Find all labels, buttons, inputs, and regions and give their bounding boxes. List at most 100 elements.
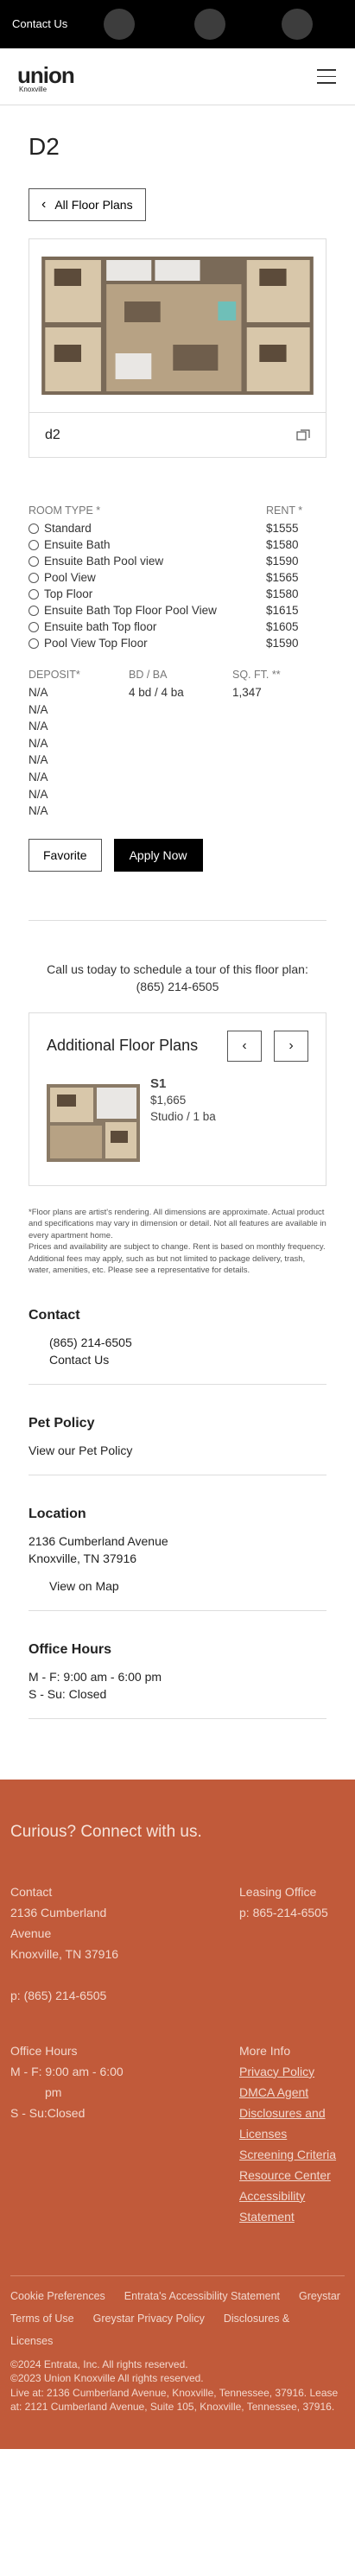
- contact-phone[interactable]: (865) 214-6505: [29, 1334, 326, 1351]
- floor-plan-item[interactable]: S1 $1,665 Studio / 1 ba: [47, 1075, 308, 1166]
- chevron-left-icon[interactable]: ‹: [227, 1030, 262, 1062]
- site-footer: Curious? Connect with us. Contact 2136 C…: [0, 1779, 355, 2449]
- footer-grid-2: Office Hours M - F: 9:00 am - 6:00 pm S …: [10, 2040, 345, 2227]
- rent-value: $1605: [266, 620, 299, 633]
- room-type-option[interactable]: Ensuite Bath: [29, 536, 217, 553]
- footer-bottom-link[interactable]: Cookie Preferences: [10, 2290, 105, 2302]
- pet-policy-link[interactable]: View our Pet Policy: [29, 1442, 326, 1459]
- social-icon-2[interactable]: [194, 9, 225, 40]
- room-type-label: Pool View Top Floor: [44, 637, 148, 650]
- top-bar: Contact Us: [0, 0, 355, 48]
- copyright-union: ©2023 Union Knoxville All rights reserve…: [10, 2372, 204, 2385]
- carousel-arrows: ‹ ›: [227, 1030, 308, 1062]
- unit-type: Studio / 1 ba: [150, 1109, 216, 1123]
- radio-button[interactable]: [29, 588, 39, 600]
- copyright-entrata: ©2024 Entrata, Inc. All rights reserved.: [10, 2357, 188, 2370]
- room-type-option[interactable]: Standard: [29, 520, 217, 536]
- disclaimer-p2: Prices and availability are subject to c…: [29, 1242, 326, 1276]
- action-buttons: Favorite Apply Now: [29, 838, 326, 872]
- rent-value: $1580: [266, 587, 299, 600]
- footer-more-label: More Info: [239, 2043, 291, 2058]
- footer-more-link[interactable]: Disclosures and Licenses: [239, 2106, 326, 2141]
- room-type-option[interactable]: Pool View: [29, 569, 217, 586]
- deposit-value: N/A: [29, 736, 48, 750]
- footer-hours-mf2: pm: [45, 2084, 62, 2099]
- unit-price: $1,665: [150, 1093, 187, 1107]
- footer-contact: Contact 2136 Cumberland Avenue Knoxville…: [10, 1881, 149, 2006]
- footer-bottom-link[interactable]: Entrata's Accessibility Statement: [124, 2290, 280, 2302]
- bdba-column: BD / BA 4 bd / 4 ba: [129, 669, 232, 820]
- room-type-label: Top Floor: [44, 587, 93, 600]
- view-on-map-link[interactable]: View on Map: [29, 1577, 326, 1595]
- floor-plan-image[interactable]: [29, 239, 326, 412]
- apply-now-button[interactable]: Apply Now: [113, 838, 203, 872]
- footer-more-link[interactable]: Resource Center: [239, 2168, 331, 2182]
- footer-bottom-link[interactable]: Greystar Privacy Policy: [93, 2313, 205, 2325]
- radio-button[interactable]: [29, 523, 39, 534]
- radio-button[interactable]: [29, 572, 39, 583]
- contact-us-link[interactable]: Contact Us: [12, 17, 67, 30]
- details-grid: DEPOSIT* N/A N/A N/A N/A N/A N/A N/A N/A BD / B…: [29, 669, 326, 820]
- footer-phone[interactable]: p: (865) 214-6505: [10, 1985, 149, 2006]
- plan-caption-label: d2: [45, 427, 60, 442]
- additional-header: Additional Floor Plans ‹ ›: [47, 1030, 308, 1062]
- rent-label: RENT *: [266, 504, 303, 517]
- expand-icon[interactable]: [296, 428, 310, 441]
- floor-plan-caption: d2: [29, 412, 326, 457]
- room-type-and-rent: ROOM TYPE * Standard Ensuite Bath Ensuite …: [29, 504, 326, 651]
- main-content: D2 ‹ All Floor Plans d2 ROOM TYPE * Stan…: [0, 133, 355, 1719]
- call-phone[interactable]: (865) 214-6505: [29, 978, 326, 995]
- contact-us-link[interactable]: Contact Us: [29, 1351, 326, 1368]
- radio-button[interactable]: [29, 621, 39, 632]
- disclaimer-p1: *Floor plans are artist's rendering. All…: [29, 1207, 326, 1240]
- room-type-option[interactable]: Ensuite bath Top floor: [29, 619, 217, 635]
- rent-column: RENT * $1555 $1580 $1590 $1565 $1580 $1615 $16…: [266, 504, 326, 651]
- footer-more-link[interactable]: Accessibility Statement: [239, 2189, 305, 2224]
- call-text: Call us today to schedule a tour of this…: [47, 961, 308, 976]
- room-type-label: Ensuite bath Top floor: [44, 620, 157, 633]
- footer-leasing-phone[interactable]: p: 865-214-6505: [239, 1902, 345, 1923]
- footer-address3: Knoxville, TN 37916: [10, 1946, 119, 1961]
- radio-button[interactable]: [29, 638, 39, 649]
- footer-more-link[interactable]: DMCA Agent: [239, 2085, 308, 2099]
- room-type-label: Ensuite Bath Pool view: [44, 555, 164, 568]
- radio-button[interactable]: [29, 605, 39, 616]
- footer-more-link[interactable]: Screening Criteria: [239, 2148, 336, 2161]
- room-type-option[interactable]: Ensuite Bath Top Floor Pool View: [29, 602, 217, 619]
- footer-more-info: More Info Privacy Policy DMCA Agent Disclo…: [239, 2040, 345, 2227]
- radio-button[interactable]: [29, 555, 39, 567]
- unit-info: S1 $1,665 Studio / 1 ba: [150, 1075, 216, 1166]
- disclaimer: *Floor plans are artist's rendering. All…: [29, 1207, 326, 1277]
- divider: [29, 919, 326, 921]
- unit-thumbnail[interactable]: [47, 1075, 140, 1166]
- social-icon-3[interactable]: [282, 9, 313, 40]
- logo[interactable]: union Knoxville: [17, 64, 75, 93]
- footer-hours: Office Hours M - F: 9:00 am - 6:00 pm S …: [10, 2040, 149, 2227]
- footer-more-link[interactable]: Privacy Policy: [239, 2065, 314, 2078]
- copyright-address: Live at: 2136 Cumberland Avenue, Knoxvil…: [10, 2386, 339, 2414]
- social-icon-1[interactable]: [104, 9, 135, 40]
- rent-value: $1580: [266, 538, 299, 551]
- hamburger-menu-icon[interactable]: [317, 69, 336, 85]
- room-type-option[interactable]: Ensuite Bath Pool view: [29, 553, 217, 569]
- sqft-label: SQ. FT. **: [232, 669, 281, 681]
- radio-button[interactable]: [29, 539, 39, 550]
- address-line2: Knoxville, TN 37916: [29, 1551, 137, 1565]
- room-type-label: ROOM TYPE *: [29, 504, 101, 517]
- footer-leasing: Leasing Office p: 865-214-6505: [239, 1881, 345, 2006]
- deposit-value: N/A: [29, 753, 48, 767]
- rent-value: $1555: [266, 522, 299, 535]
- room-type-option[interactable]: Pool View Top Floor: [29, 635, 217, 651]
- footer-address1: 2136 Cumberland: [10, 1905, 107, 1919]
- deposit-value: N/A: [29, 787, 48, 801]
- location-heading: Location: [29, 1506, 86, 1521]
- room-type-option[interactable]: Top Floor: [29, 586, 217, 602]
- deposit-label: DEPOSIT*: [29, 669, 80, 681]
- footer-bottom: Cookie Preferences Entrata's Accessibilit…: [10, 2275, 345, 2414]
- all-floor-plans-button[interactable]: ‹ All Floor Plans: [29, 188, 146, 221]
- deposit-value: N/A: [29, 702, 48, 716]
- favorite-button[interactable]: Favorite: [29, 838, 102, 872]
- chevron-right-icon[interactable]: ›: [274, 1030, 308, 1062]
- chevron-left-icon: ‹: [41, 197, 47, 212]
- footer-hours-ss: S - Su:Closed: [10, 2105, 86, 2120]
